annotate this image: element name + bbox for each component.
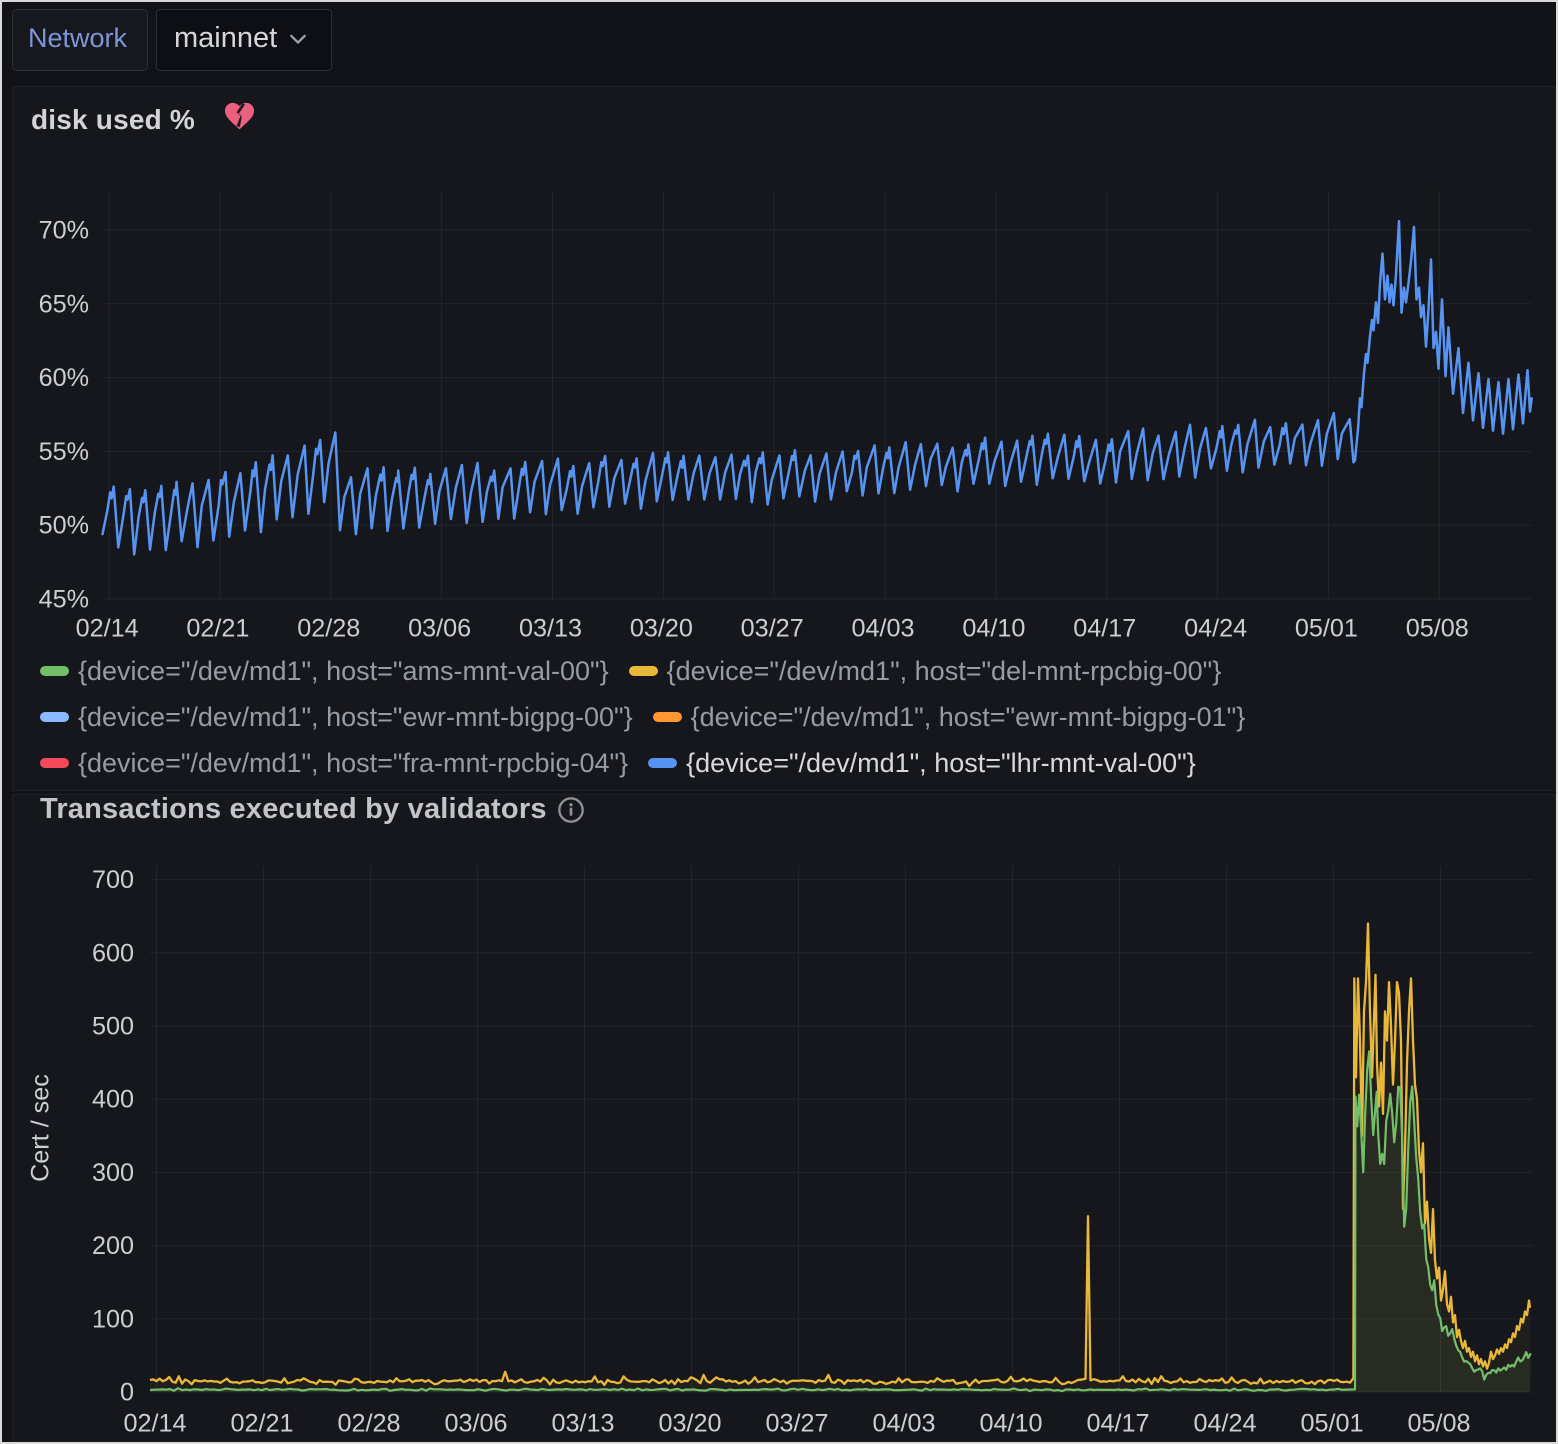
svg-text:03/06: 03/06 [408, 615, 471, 643]
svg-text:04/24: 04/24 [1193, 1410, 1256, 1438]
svg-text:04/17: 04/17 [1086, 1410, 1149, 1438]
svg-text:05/01: 05/01 [1295, 615, 1358, 643]
svg-text:200: 200 [92, 1232, 134, 1260]
svg-text:02/28: 02/28 [297, 615, 360, 643]
svg-text:03/27: 03/27 [765, 1410, 828, 1438]
svg-text:03/06: 03/06 [444, 1410, 507, 1438]
svg-text:04/03: 04/03 [851, 615, 914, 643]
svg-text:02/21: 02/21 [186, 615, 249, 643]
svg-text:05/08: 05/08 [1407, 1410, 1470, 1438]
svg-text:05/08: 05/08 [1406, 615, 1469, 643]
svg-text:03/27: 03/27 [741, 615, 804, 643]
svg-text:0: 0 [120, 1379, 134, 1407]
svg-text:02/21: 02/21 [230, 1410, 293, 1438]
svg-text:04/17: 04/17 [1073, 615, 1136, 643]
svg-text:60%: 60% [39, 364, 89, 392]
svg-text:05/01: 05/01 [1300, 1410, 1363, 1438]
svg-text:50%: 50% [39, 512, 89, 540]
svg-text:02/14: 02/14 [123, 1410, 186, 1438]
svg-text:03/20: 03/20 [630, 615, 693, 643]
svg-text:04/03: 04/03 [872, 1410, 935, 1438]
svg-text:500: 500 [92, 1013, 134, 1041]
svg-text:600: 600 [92, 939, 134, 967]
svg-text:400: 400 [92, 1086, 134, 1114]
svg-text:04/10: 04/10 [979, 1410, 1042, 1438]
svg-text:02/28: 02/28 [337, 1410, 400, 1438]
svg-text:300: 300 [92, 1159, 134, 1187]
svg-text:03/13: 03/13 [551, 1410, 614, 1438]
svg-text:Cert / sec: Cert / sec [27, 1074, 55, 1182]
svg-text:03/20: 03/20 [658, 1410, 721, 1438]
svg-text:700: 700 [92, 866, 134, 894]
svg-text:65%: 65% [39, 290, 89, 318]
svg-text:02/14: 02/14 [76, 615, 139, 643]
svg-text:100: 100 [92, 1305, 134, 1333]
svg-text:04/24: 04/24 [1184, 615, 1247, 643]
svg-text:70%: 70% [39, 217, 89, 245]
svg-text:55%: 55% [39, 438, 89, 466]
svg-text:45%: 45% [39, 586, 89, 614]
svg-text:03/13: 03/13 [519, 615, 582, 643]
svg-text:04/10: 04/10 [962, 615, 1025, 643]
